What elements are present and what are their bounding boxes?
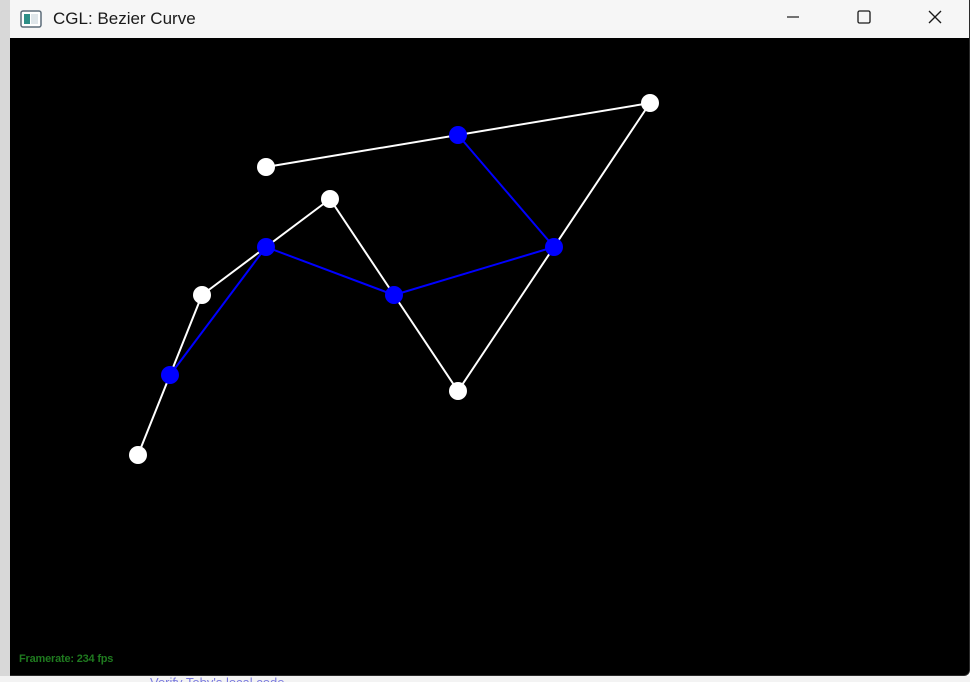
close-button[interactable] (899, 0, 969, 34)
caption-buttons (757, 0, 969, 34)
minimize-icon (786, 16, 799, 18)
desktop-bottom-strip (0, 676, 970, 682)
intermediate-segment (393, 246, 555, 296)
intermediate-point (161, 366, 179, 384)
window-title: CGL: Bezier Curve (53, 9, 196, 28)
bezier-scene[interactable] (10, 38, 970, 676)
intermediate-point (449, 126, 467, 144)
intermediate-segment (265, 246, 395, 296)
background-window-text: Verify Toby's local code (150, 676, 284, 682)
intermediate-segment (169, 246, 267, 376)
framerate-label: Framerate: 234 fps (19, 653, 114, 665)
control-point[interactable] (321, 190, 339, 208)
close-icon (928, 10, 941, 24)
intermediate-point (257, 238, 275, 256)
control-point[interactable] (641, 94, 659, 112)
control-point[interactable] (193, 286, 211, 304)
maximize-icon (856, 10, 871, 24)
control-point[interactable] (129, 446, 147, 464)
render-canvas[interactable]: Framerate: 234 fps (10, 38, 970, 676)
intermediate-point (545, 238, 563, 256)
control-point[interactable] (449, 382, 467, 400)
minimize-button[interactable] (757, 0, 828, 34)
app-window-icon (20, 8, 42, 30)
desktop-background (0, 0, 10, 682)
title-bar[interactable]: CGL: Bezier Curve (10, 0, 969, 38)
control-point[interactable] (257, 158, 275, 176)
intermediate-point (385, 286, 403, 304)
maximize-button[interactable] (828, 0, 899, 34)
app-window: CGL: Bezier Curve Framerate: 234 fps (10, 0, 970, 676)
intermediate-segment (457, 134, 555, 248)
